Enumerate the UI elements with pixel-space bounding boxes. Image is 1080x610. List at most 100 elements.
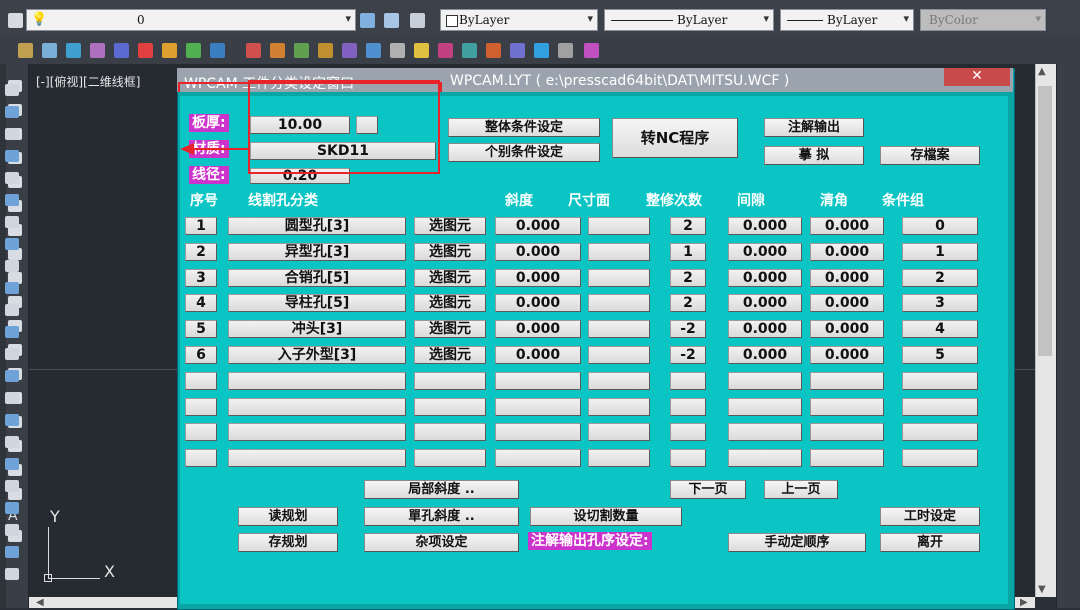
stretch-icon[interactable] [414, 43, 429, 58]
scroll-right-icon[interactable]: ▶ [1020, 597, 1028, 608]
misc-settings-button[interactable]: 杂项设定 [364, 533, 519, 552]
snap-midpoint-icon[interactable] [5, 172, 19, 184]
snap-quadrant-icon[interactable] [5, 238, 19, 250]
make-current-icon[interactable] [360, 13, 375, 28]
row-group[interactable]: 4 [902, 320, 978, 338]
break-icon[interactable] [486, 43, 501, 58]
layer-manager-icon[interactable] [8, 13, 23, 28]
scroll-up-icon[interactable]: ▲ [1038, 66, 1046, 77]
annotation-output-button[interactable]: 注解输出 [764, 118, 864, 137]
row-trim[interactable]: -2 [670, 346, 706, 364]
row-corner[interactable]: 0.000 [810, 320, 884, 338]
row-category[interactable] [228, 423, 406, 441]
row-category[interactable] [228, 449, 406, 467]
row-no[interactable]: 3 [185, 269, 217, 287]
row-trim[interactable]: 2 [670, 269, 706, 287]
row-gap[interactable]: 0.000 [728, 320, 802, 338]
row-pick-button[interactable] [414, 372, 486, 390]
copy-icon[interactable] [42, 43, 57, 58]
lineweight-combo[interactable]: ByLayer ▾ [780, 9, 914, 31]
attribute-icon[interactable] [294, 43, 309, 58]
array-icon[interactable] [114, 43, 129, 58]
row-category[interactable]: 合销孔[5] [228, 269, 406, 287]
dimension-icon[interactable] [5, 436, 19, 448]
row-taper[interactable]: 0.000 [495, 269, 581, 287]
row-no[interactable]: 1 [185, 217, 217, 235]
row-pick-button[interactable]: 选图元 [414, 269, 486, 287]
fillet-icon[interactable] [534, 43, 549, 58]
row-group[interactable] [902, 449, 978, 467]
snap-perpendicular-icon[interactable] [5, 282, 19, 294]
row-corner[interactable]: 0.000 [810, 243, 884, 261]
row-no[interactable] [185, 423, 217, 441]
insert-icon[interactable] [270, 43, 285, 58]
convert-nc-button[interactable]: 转NC程序 [612, 118, 738, 158]
stack-icon[interactable] [210, 43, 225, 58]
row-size-face[interactable] [588, 294, 650, 312]
snap-endpoint-icon[interactable] [5, 128, 19, 140]
row-no[interactable]: 6 [185, 346, 217, 364]
snap-nearest-icon[interactable] [5, 370, 19, 382]
block-icon[interactable] [246, 43, 261, 58]
object-snap-icon[interactable] [5, 106, 19, 118]
row-trim[interactable] [670, 372, 706, 390]
row-group[interactable]: 1 [902, 243, 978, 261]
row-category[interactable]: 异型孔[3] [228, 243, 406, 261]
dim-baseline-icon[interactable] [5, 546, 19, 558]
row-no[interactable]: 2 [185, 243, 217, 261]
row-trim[interactable]: -2 [670, 320, 706, 338]
row-group[interactable] [902, 423, 978, 441]
row-pick-button[interactable] [414, 423, 486, 441]
row-taper[interactable]: 0.000 [495, 320, 581, 338]
scrollbar-thumb[interactable] [1038, 86, 1052, 356]
row-gap[interactable] [728, 449, 802, 467]
list-icon[interactable] [186, 43, 201, 58]
layer-combo[interactable]: 💡 0 ▾ [26, 9, 356, 31]
scale-icon[interactable] [390, 43, 405, 58]
single-hole-taper-button[interactable]: 單孔斜度 .. [364, 507, 519, 526]
erase-icon[interactable] [18, 43, 33, 58]
save-file-button[interactable]: 存檔案 [880, 146, 980, 165]
rotate-icon[interactable] [366, 43, 381, 58]
row-corner[interactable] [810, 398, 884, 416]
set-cut-count-button[interactable]: 设切割数量 [530, 507, 682, 526]
dim-continue-icon[interactable] [5, 568, 19, 580]
exit-button[interactable]: 离开 [880, 533, 980, 552]
overall-condition-button[interactable]: 整体条件设定 [448, 118, 600, 137]
row-gap[interactable]: 0.000 [728, 346, 802, 364]
extend-icon[interactable] [462, 43, 477, 58]
dim-aligned-icon[interactable] [5, 458, 19, 470]
row-no[interactable] [185, 398, 217, 416]
snap-insert-icon[interactable] [5, 348, 19, 360]
row-trim[interactable]: 2 [670, 217, 706, 235]
row-size-face[interactable] [588, 320, 650, 338]
row-pick-button[interactable]: 选图元 [414, 294, 486, 312]
row-group[interactable]: 5 [902, 346, 978, 364]
row-category[interactable] [228, 372, 406, 390]
simulate-button[interactable]: 摹 拟 [764, 146, 864, 165]
row-pick-button[interactable] [414, 449, 486, 467]
row-taper[interactable] [495, 372, 581, 390]
row-pick-button[interactable]: 选图元 [414, 217, 486, 235]
save-plan-button[interactable]: 存规划 [238, 533, 338, 552]
row-corner[interactable] [810, 372, 884, 390]
close-icon[interactable]: ✕ [944, 68, 1010, 86]
row-taper[interactable] [495, 398, 581, 416]
row-gap[interactable] [728, 398, 802, 416]
row-pick-button[interactable]: 选图元 [414, 346, 486, 364]
row-trim[interactable]: 1 [670, 243, 706, 261]
row-category[interactable]: 冲头[3] [228, 320, 406, 338]
read-plan-button[interactable]: 读规划 [238, 507, 338, 526]
row-no[interactable] [185, 372, 217, 390]
linetype-combo[interactable]: ByLayer ▾ [604, 9, 774, 31]
chamfer-icon[interactable] [510, 43, 525, 58]
row-gap[interactable]: 0.000 [728, 243, 802, 261]
row-size-face[interactable] [588, 423, 650, 441]
snap-none-icon[interactable] [5, 392, 19, 404]
row-category[interactable] [228, 398, 406, 416]
osnap-settings-icon[interactable] [5, 414, 19, 426]
pencil-icon[interactable] [5, 84, 19, 96]
local-taper-button[interactable]: 局部斜度 .. [364, 480, 519, 499]
snap-icon[interactable] [584, 43, 599, 58]
row-category[interactable]: 导柱孔[5] [228, 294, 406, 312]
